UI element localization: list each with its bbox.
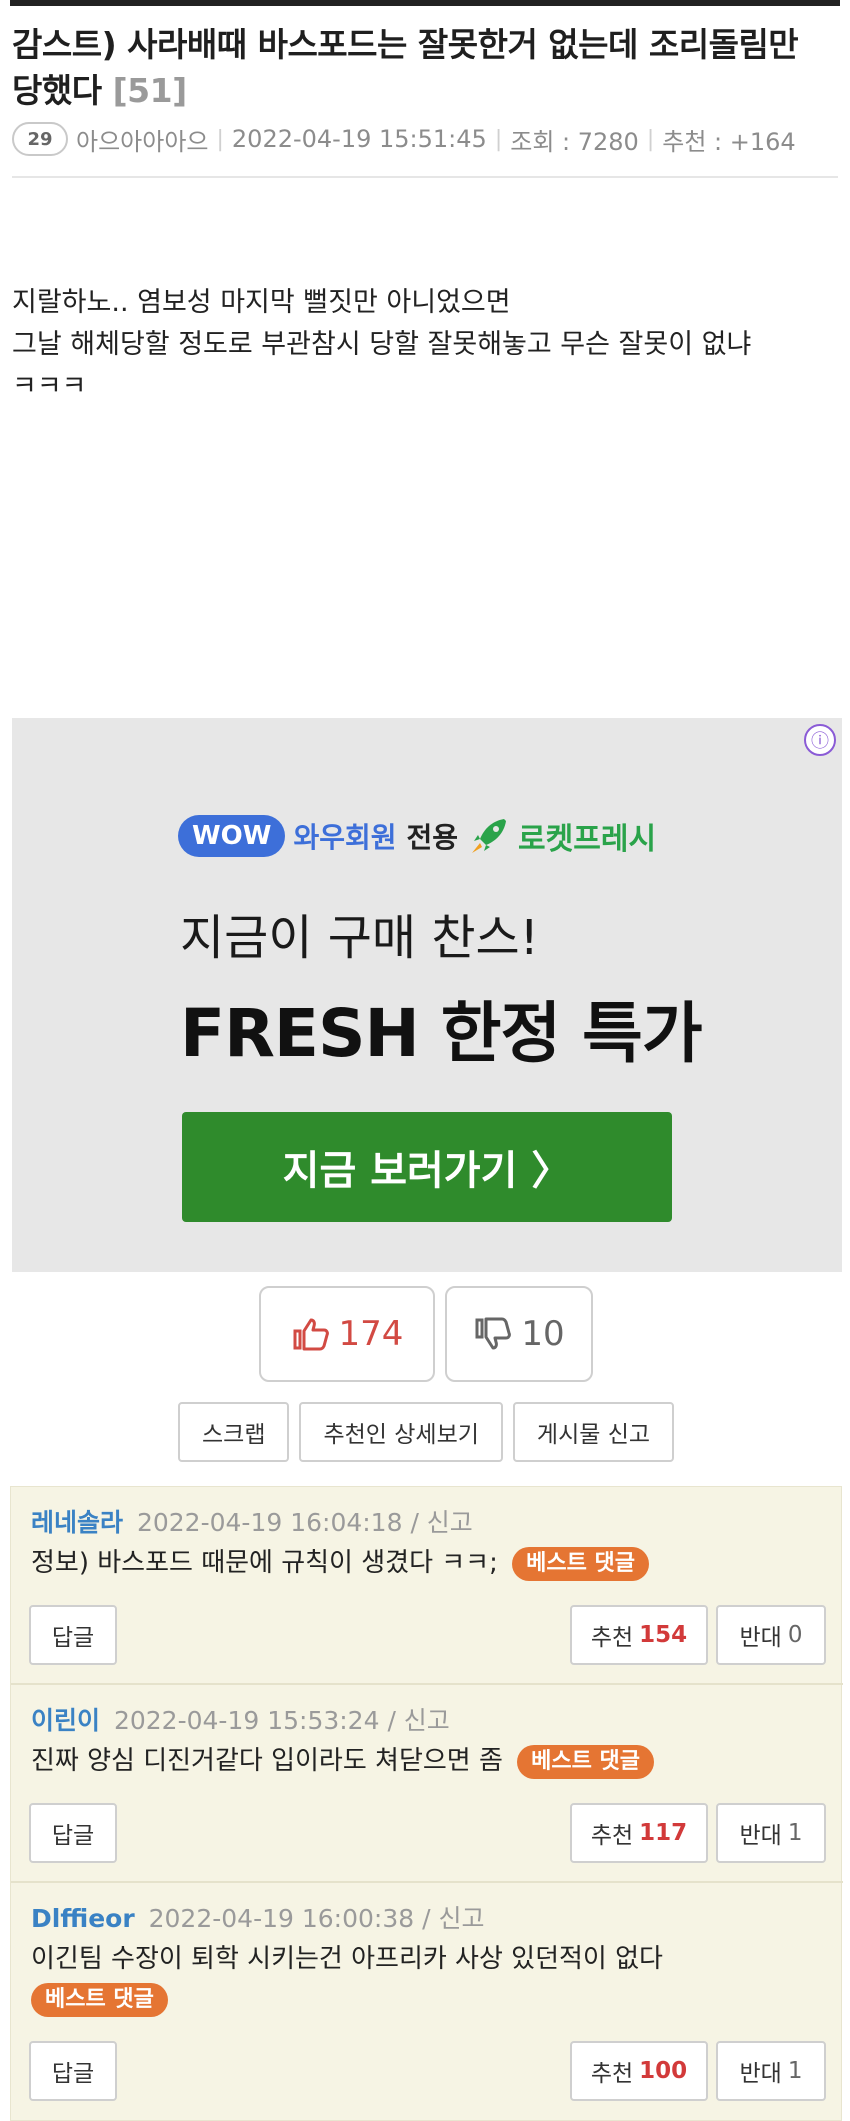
comment-item: 레네솔라 2022-04-19 16:04:18 / 신고 정보) 바스포드 때… [11,1487,843,1685]
exclusive-text: 전용 [406,821,459,854]
divider [12,176,838,178]
downvote-count: 10 [521,1314,565,1354]
post-meta: 29 아으아아아으 | 2022-04-19 15:51:45 | 조회 : 7… [12,120,796,158]
comment-header: 이린이 2022-04-19 15:53:24 / 신고 [31,1701,450,1737]
comment-author[interactable]: 이린이 [31,1706,100,1735]
comment-downvote-button[interactable]: 반대 1 [716,1803,826,1863]
scrap-button[interactable]: 스크랩 [178,1402,290,1462]
thumbs-up-icon [293,1318,329,1351]
comment-count[interactable]: [51] [113,71,188,110]
body-line: 지랄하노.. 염보성 마지막 뻘짓만 아니었으면 [12,287,511,318]
level-badge: 29 [12,122,68,156]
comment-report-link[interactable]: / 신고 [410,1508,472,1537]
rocket-fresh-text: 로켓프레시 [518,822,657,857]
wow-member-text: 와우회원 [293,821,397,854]
upvote-button[interactable]: 174 [259,1286,435,1382]
ad-brand-row: WOW 와우회원 전용 로켓프레시 [178,812,656,860]
comment-downvote-count: 0 [787,1622,803,1648]
reply-button[interactable]: 답글 [29,1803,117,1863]
comment-body: 진짜 양심 디진거같다 입이라도 쳐닫으면 좀 베스트 댓글 [31,1741,811,1781]
comment-upvote-button[interactable]: 추천 100 [570,2041,708,2101]
comment-downvote-button[interactable]: 반대 1 [716,2041,826,2101]
comment-downvote-count: 1 [787,2058,803,2084]
header-rule [10,0,840,6]
comment-report-link[interactable]: / 신고 [422,1904,484,1933]
best-comment-badge: 베스트 댓글 [512,1546,650,1581]
wow-badge: WOW [178,815,286,857]
comment-text: 정보) 바스포드 때문에 규칙이 생겼다 ㅋㅋ; [31,1548,498,1578]
downvote-label: 반대 [739,2061,782,2087]
comment-upvote-count: 154 [639,1622,688,1648]
post-actions: 스크랩 추천인 상세보기 게시물 신고 [178,1402,675,1462]
comment-date: 2022-04-19 16:00:38 [148,1904,415,1933]
meta-separator: | [494,126,503,152]
comment-text: 이긴팀 수장이 퇴학 시키는건 아프리카 사상 있던적이 없다 [31,1944,663,1974]
body-line: 그날 해체당할 정도로 부관참시 당할 잘못해놓고 무슨 잘못이 없냐 [12,329,752,360]
post-author[interactable]: 아으아아아으 [76,122,208,157]
comment-upvote-count: 117 [639,1820,688,1846]
ad-cta-button[interactable]: 지금 보러가기 〉 [182,1112,672,1222]
best-comment-badge: 베스트 댓글 [31,1982,168,2017]
comment-body: 이긴팀 수장이 퇴학 시키는건 아프리카 사상 있던적이 없다 베스트 댓글 [31,1939,811,2019]
downvote-label: 반대 [739,1823,782,1849]
report-post-button[interactable]: 게시물 신고 [512,1402,675,1462]
comment-item: Dlffieor 2022-04-19 16:00:38 / 신고 이긴팀 수장… [11,1883,843,2121]
ad-subheadline: FRESH 한정 특가 [180,995,703,1072]
best-comment-badge: 베스트 댓글 [517,1744,655,1779]
ad-banner[interactable]: ⓘ WOW 와우회원 전용 로켓프레시 지금이 구매 찬스! FRESH 한정 … [12,718,842,1272]
comment-downvote-count: 1 [787,1820,803,1846]
comment-author[interactable]: Dlffieor [31,1904,135,1933]
meta-separator: | [646,126,655,152]
comment-date: 2022-04-19 16:04:18 [136,1508,403,1537]
post-body: 지랄하노.. 염보성 마지막 뻘짓만 아니었으면 그날 해체당할 정도로 부관참… [12,282,838,408]
upvote-label: 추천 [590,1625,634,1651]
downvote-label: 반대 [739,1625,782,1651]
comment-date: 2022-04-19 15:53:24 [113,1706,380,1735]
post-recommend-count: 추천 : +164 [662,127,796,156]
upvote-label: 추천 [590,1823,634,1849]
reply-button[interactable]: 답글 [29,1605,117,1665]
recommenders-button[interactable]: 추천인 상세보기 [299,1402,503,1462]
thumbs-down-icon [475,1317,512,1350]
ad-info-icon[interactable]: ⓘ [804,724,836,756]
comment-item: 이린이 2022-04-19 15:53:24 / 신고 진짜 양심 디진거같다… [11,1685,843,1883]
comment-text: 진짜 양심 디진거같다 입이라도 쳐닫으면 좀 [31,1746,503,1776]
vote-buttons: 174 10 [259,1286,593,1382]
comment-header: 레네솔라 2022-04-19 16:04:18 / 신고 [31,1503,473,1539]
downvote-button[interactable]: 10 [445,1286,593,1382]
meta-separator: | [216,126,224,152]
comment-downvote-button[interactable]: 반대 0 [716,1605,826,1665]
comment-upvote-button[interactable]: 추천 154 [570,1605,708,1665]
ad-headline: 지금이 구매 찬스! [180,910,539,966]
comment-body: 정보) 바스포드 때문에 규칙이 생겼다 ㅋㅋ; 베스트 댓글 [31,1543,811,1583]
upvote-count: 174 [338,1314,404,1354]
post-title: 감스트) 사라배때 바스포드는 잘못한거 없는데 조리돌림만 당했다 [51] [12,22,838,114]
post-date: 2022-04-19 15:51:45 [231,125,487,153]
comment-upvote-count: 100 [639,2058,688,2084]
rocket-icon [472,819,507,853]
comment-report-link[interactable]: / 신고 [387,1706,449,1735]
post-views: 조회 : 7280 [510,127,639,156]
comment-upvote-button[interactable]: 추천 117 [570,1803,708,1863]
comment-author[interactable]: 레네솔라 [31,1508,123,1537]
body-line: ㅋㅋㅋ [12,371,87,402]
comment-list: 레네솔라 2022-04-19 16:04:18 / 신고 정보) 바스포드 때… [10,1486,843,2121]
comment-header: Dlffieor 2022-04-19 16:00:38 / 신고 [31,1899,484,1935]
upvote-label: 추천 [590,2061,634,2087]
reply-button[interactable]: 답글 [29,2041,117,2101]
